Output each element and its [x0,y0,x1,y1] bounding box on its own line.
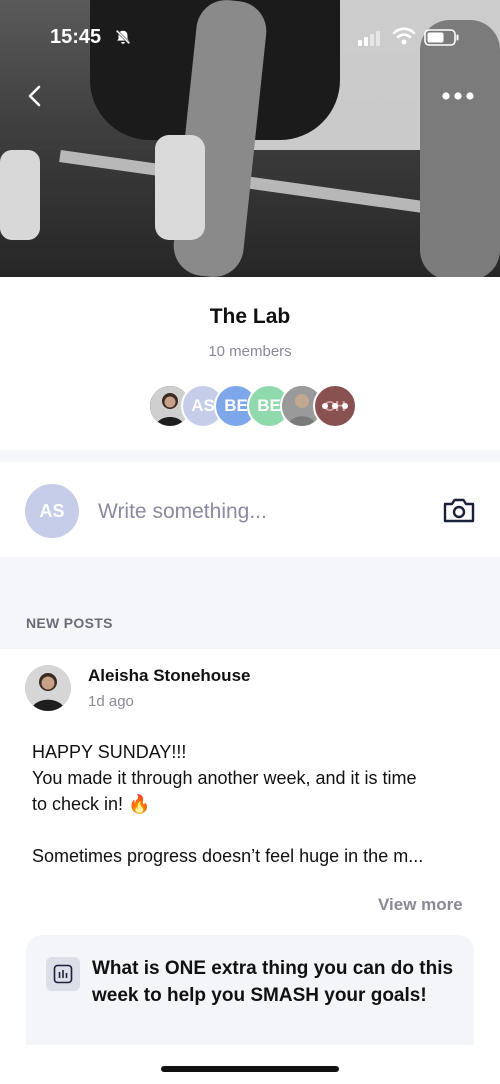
post-line: to check in! 🔥 [32,794,151,814]
post-card[interactable]: Aleisha Stonehouse 1d ago HAPPY SUNDAY!!… [0,649,500,1084]
poll-question: What is ONE extra thing you can do this … [92,958,454,1006]
post-line: Sometimes progress doesn’t feel huge in … [32,846,424,866]
wifi-icon [392,27,416,45]
cover-shoe-mid [155,135,205,240]
cover-shoe-left [0,150,40,240]
post-line: You made it through another week, and it… [32,768,417,788]
poll-icon [46,957,80,991]
section-divider [0,450,500,462]
new-posts-heading: NEW POSTS [26,615,113,631]
person-photo-icon [25,665,71,711]
member-initials: BE [224,396,248,415]
section-background [0,557,500,649]
more-horizontal-icon [322,403,348,409]
current-user-avatar: AS [25,484,79,538]
back-button[interactable] [20,80,52,112]
current-user-initials: AS [39,500,65,521]
status-time: 15:45 [50,26,102,48]
post-author-avatar[interactable] [25,665,71,711]
post-composer[interactable]: AS [0,462,500,557]
group-header: The Lab 10 members AS BE BE [0,277,500,450]
post-line [32,817,477,843]
post-author-name[interactable]: Aleisha Stonehouse [88,666,250,686]
post-timestamp: 1d ago [88,693,134,710]
view-more-link[interactable]: View more [378,895,463,915]
home-indicator[interactable] [161,1066,339,1072]
member-avatar-stack[interactable]: AS BE BE CH [148,384,358,430]
battery-icon [424,29,459,46]
cellular-signal-icon [358,31,380,46]
poll-card[interactable]: What is ONE extra thing you can do this … [26,935,474,1045]
write-something-input[interactable] [98,498,418,526]
status-bar: 15:45 [0,0,500,74]
member-initials: AS [191,396,215,415]
post-body[interactable]: HAPPY SUNDAY!!! You made it through anot… [32,739,477,869]
post-line: HAPPY SUNDAY!!! [32,742,187,762]
bell-muted-icon [115,29,131,45]
camera-icon[interactable] [442,496,476,524]
member-count[interactable]: 10 members [0,343,500,360]
group-title: The Lab [209,305,291,328]
more-options-button[interactable] [438,80,478,112]
member-avatar-more[interactable]: CH [313,384,357,428]
member-initials: BE [257,396,281,415]
